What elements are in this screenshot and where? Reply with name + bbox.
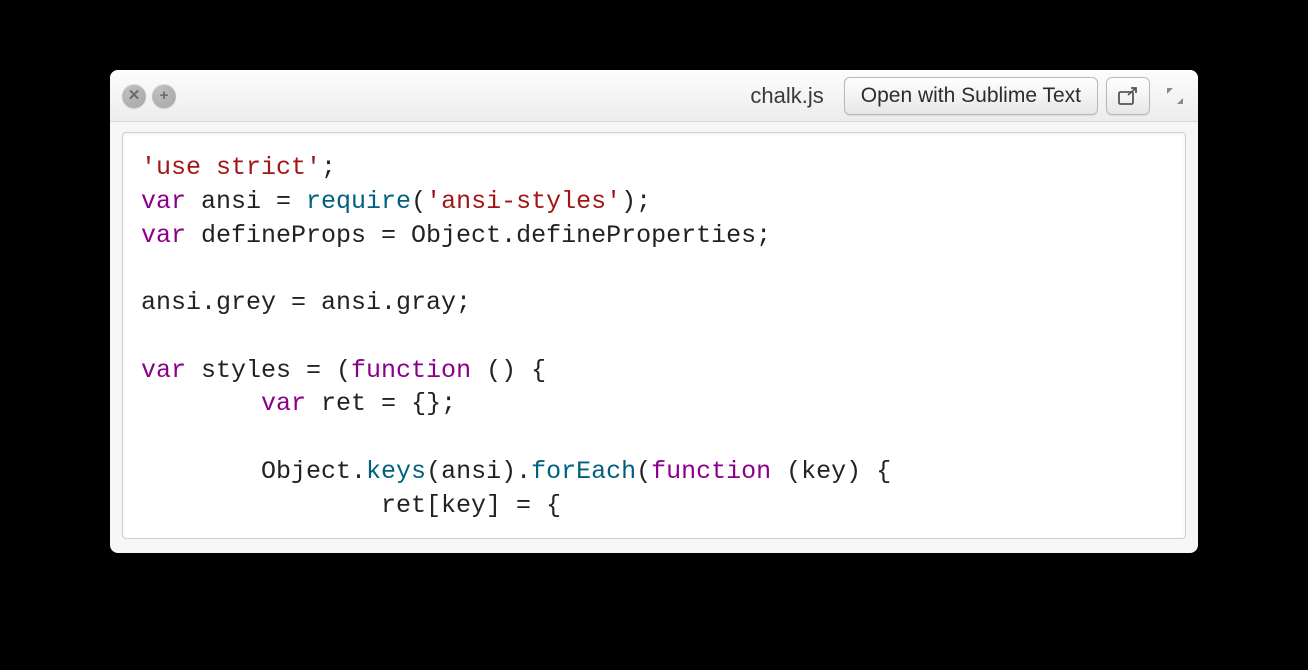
share-button[interactable] (1106, 77, 1150, 115)
add-icon[interactable]: + (152, 84, 176, 108)
code-token: var (261, 389, 306, 418)
titlebar-left-controls: ✕ + (122, 84, 176, 108)
code-token: (ansi). (426, 457, 531, 486)
code-token: var (141, 356, 186, 385)
fullscreen-icon (1165, 86, 1185, 106)
content-area: 'use strict'; var ansi = require('ansi-s… (110, 122, 1198, 553)
code-token: ansi = (186, 187, 306, 216)
code-token: ); (621, 187, 651, 216)
code-token: function (651, 457, 771, 486)
code-token: () { (471, 356, 546, 385)
code-token: ret[key] = { (141, 491, 561, 520)
code-token: keys (366, 457, 426, 486)
code-token: ( (636, 457, 651, 486)
code-token: var (141, 187, 186, 216)
code-token: 'use strict' (141, 153, 321, 182)
code-token: 'ansi-styles' (426, 187, 621, 216)
code-token: function (351, 356, 471, 385)
document-title: chalk.js (750, 83, 823, 109)
add-glyph: + (160, 88, 169, 103)
code-token: ansi.grey = ansi.gray; (141, 288, 471, 317)
code-token: forEach (531, 457, 636, 486)
code-token: defineProps = Object.defineProperties; (186, 221, 771, 250)
share-icon (1117, 86, 1139, 106)
code-token: require (306, 187, 411, 216)
quicklook-window: ✕ + chalk.js Open with Sublime Text 'use… (110, 70, 1198, 553)
fullscreen-button[interactable] (1164, 85, 1186, 107)
titlebar: ✕ + chalk.js Open with Sublime Text (110, 70, 1198, 122)
code-token: (key) { (771, 457, 891, 486)
code-token: ( (411, 187, 426, 216)
close-icon[interactable]: ✕ (122, 84, 146, 108)
open-with-button[interactable]: Open with Sublime Text (844, 77, 1098, 115)
code-token: var (141, 221, 186, 250)
code-token (141, 389, 261, 418)
code-token: ret = {}; (306, 389, 456, 418)
code-token: Object. (141, 457, 366, 486)
code-token: ; (321, 153, 336, 182)
open-with-label: Open with Sublime Text (861, 84, 1081, 108)
code-token: styles = ( (186, 356, 351, 385)
code-preview[interactable]: 'use strict'; var ansi = require('ansi-s… (122, 132, 1186, 539)
close-glyph: ✕ (128, 88, 141, 103)
